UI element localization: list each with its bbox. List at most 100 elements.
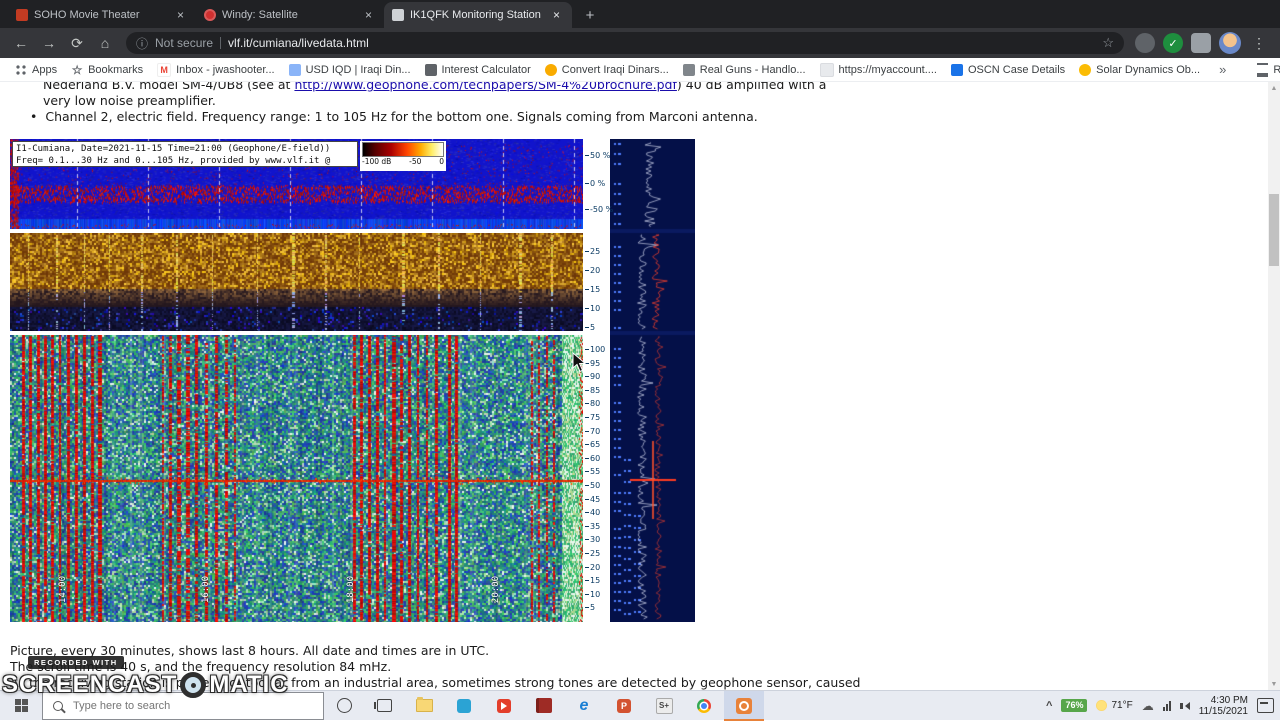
sharepoint-button[interactable]: S+ (644, 691, 684, 721)
reload-icon[interactable]: ⟳ (64, 30, 90, 56)
document-app-button[interactable] (524, 691, 564, 721)
home-icon[interactable]: ⌂ (92, 30, 118, 56)
tab-windy[interactable]: Windy: Satellite × (196, 2, 384, 28)
bookmark-real-guns[interactable]: Real Guns - Handlo... (678, 62, 811, 78)
bullet-icon: • (30, 109, 38, 124)
tab-soho[interactable]: SOHO Movie Theater × (8, 2, 196, 28)
bookmark-label: USD IQD | Iraqi Din... (305, 63, 411, 76)
spectrogram-title-line2: Freq= 0.1...30 Hz and 0...105 Hz, provid… (16, 156, 331, 166)
geophone-link[interactable]: http://www.geophone.com/techpapers/SM-4%… (294, 82, 676, 92)
reading-list-button[interactable]: Reading list (1252, 61, 1280, 79)
document-icon (288, 63, 301, 76)
tray-expand-icon[interactable]: ^ (1046, 700, 1052, 712)
page-scrollbar[interactable]: ▲ ▼ (1268, 82, 1280, 690)
internet-explorer-icon: e (579, 696, 589, 714)
powerpoint-button[interactable]: P (604, 691, 644, 721)
pct-axis-label: 50 % (585, 151, 611, 160)
action-center-icon[interactable] (1257, 698, 1274, 713)
url-text[interactable]: vlf.it/cumiana/livedata.html (228, 36, 1095, 50)
time-label: 20:00 (491, 576, 501, 604)
media-app-button[interactable] (484, 691, 524, 721)
freq-axis-label: 100 (585, 345, 611, 354)
db-max: 0 (439, 157, 444, 166)
bookmark-usd-iqd[interactable]: USD IQD | Iraqi Din... (284, 62, 416, 78)
freq-axis-label: 30 (585, 535, 611, 544)
freq-axis-label: 45 (585, 495, 611, 504)
search-input[interactable] (71, 698, 275, 713)
cortana-icon (336, 698, 352, 713)
close-icon[interactable]: × (361, 8, 376, 23)
battery-indicator[interactable]: 76% (1061, 699, 1088, 712)
bookmark-interest-calculator[interactable]: Interest Calculator (420, 62, 536, 78)
spectrogram-title-line1: I1-Cumiana, Date=2021-11-15 Time=21:00 (… (16, 144, 331, 154)
chrome-button[interactable] (684, 691, 724, 721)
freq-axis-label: 15 (585, 285, 611, 294)
spectrogram-title-box: I1-Cumiana, Date=2021-11-15 Time=21:00 (… (12, 141, 358, 167)
taskbar-search[interactable] (42, 691, 324, 720)
bullet-text: Channel 2, electric field. Frequency ran… (45, 109, 758, 124)
scroll-up-icon[interactable]: ▲ (1268, 82, 1280, 94)
bookmark-convert-dinars[interactable]: Convert Iraqi Dinars... (540, 62, 674, 78)
freq-axis-label: 35 (585, 522, 611, 531)
calculator-icon (424, 63, 437, 76)
freq-axis-label: 10 (585, 304, 611, 313)
intro-line-2: very low noise preamplifier. (43, 93, 216, 108)
tab-title: SOHO Movie Theater (34, 9, 140, 21)
url-bar[interactable]: ⓘ Not secure vlf.it/cumiana/livedata.htm… (126, 32, 1124, 54)
bookmark-star-icon[interactable]: ☆ (1102, 35, 1114, 51)
bookmark-oscn[interactable]: OSCN Case Details (946, 62, 1070, 78)
file-explorer-button[interactable] (404, 691, 444, 721)
bookmark-inbox[interactable]: M Inbox - jwashooter... (152, 61, 279, 79)
store-button[interactable] (444, 691, 484, 721)
screencast-o-matic-button[interactable] (724, 690, 764, 721)
tab-title: Windy: Satellite (222, 9, 298, 21)
task-view-button[interactable] (364, 691, 404, 721)
cortana-button[interactable] (324, 691, 364, 721)
weather-widget[interactable]: 71°F (1096, 700, 1133, 711)
pct-axis-label: 0 % (585, 179, 611, 188)
extensions-puzzle-icon[interactable] (1191, 33, 1211, 53)
close-icon[interactable]: × (173, 8, 188, 23)
back-icon[interactable]: ← (8, 30, 34, 56)
security-label: Not secure (155, 36, 214, 50)
close-icon[interactable]: × (549, 8, 564, 23)
extension-check-icon[interactable]: ✓ (1163, 33, 1183, 53)
tab-ik1qfk-active[interactable]: IK1QFK Monitoring Station - Live × (384, 2, 572, 28)
volume-icon[interactable] (1179, 701, 1190, 710)
bookmark-solar-dynamics[interactable]: Solar Dynamics Ob... (1074, 62, 1205, 78)
browser-menu-icon[interactable]: ⋮ (1246, 35, 1272, 52)
bookmark-bookmarks-folder[interactable]: ☆ Bookmarks (66, 62, 148, 78)
db-scale-labels: -100 dB -50 0 (360, 157, 446, 166)
profile-avatar[interactable] (1219, 32, 1241, 54)
freq-axis-label: 20 (585, 266, 611, 275)
scales-icon (950, 63, 963, 76)
divider (220, 37, 222, 49)
taskbar-clock[interactable]: 4:30 PM 11/15/2021 (1199, 695, 1248, 717)
bookmark-apps[interactable]: Apps (10, 62, 62, 78)
bookmarks-overflow-icon[interactable]: » (1213, 62, 1232, 77)
onedrive-cloud-icon[interactable]: ☁ (1142, 700, 1154, 712)
apps-grid-icon (15, 63, 27, 76)
screen: { "icons": { "close": "×", "new_tab": "+… (0, 0, 1280, 721)
freq-axis-label: 5 (585, 603, 611, 612)
bullet-line: • Channel 2, electric field. Frequency ra… (30, 109, 758, 124)
sharepoint-icon: S+ (655, 697, 673, 714)
scroll-down-icon[interactable]: ▼ (1268, 678, 1280, 690)
extension-icon-dark[interactable] (1135, 33, 1155, 53)
forward-icon[interactable]: → (36, 30, 62, 56)
chrome-icon (697, 698, 711, 713)
bookmark-myaccount[interactable]: https://myaccount.... (815, 61, 942, 79)
scrollbar-thumb[interactable] (1269, 194, 1279, 266)
new-tab-button[interactable]: + (578, 3, 602, 27)
network-icon[interactable] (1162, 700, 1171, 711)
temperature-label: 71°F (1111, 700, 1133, 711)
bookmark-label: Interest Calculator (441, 63, 531, 76)
store-icon (457, 698, 471, 713)
bookmark-label: Inbox - jwashooter... (176, 63, 275, 76)
internet-explorer-button[interactable]: e (564, 691, 604, 721)
info-icon[interactable]: ⓘ (136, 35, 148, 52)
system-tray: ^ 76% 71°F ☁ 4:30 PM 11/15/2021 (1046, 695, 1280, 717)
freq-axis-label: 65 (585, 440, 611, 449)
bookmarks-bar: Apps ☆ Bookmarks M Inbox - jwashooter...… (0, 58, 1280, 82)
start-button[interactable] (0, 691, 42, 721)
